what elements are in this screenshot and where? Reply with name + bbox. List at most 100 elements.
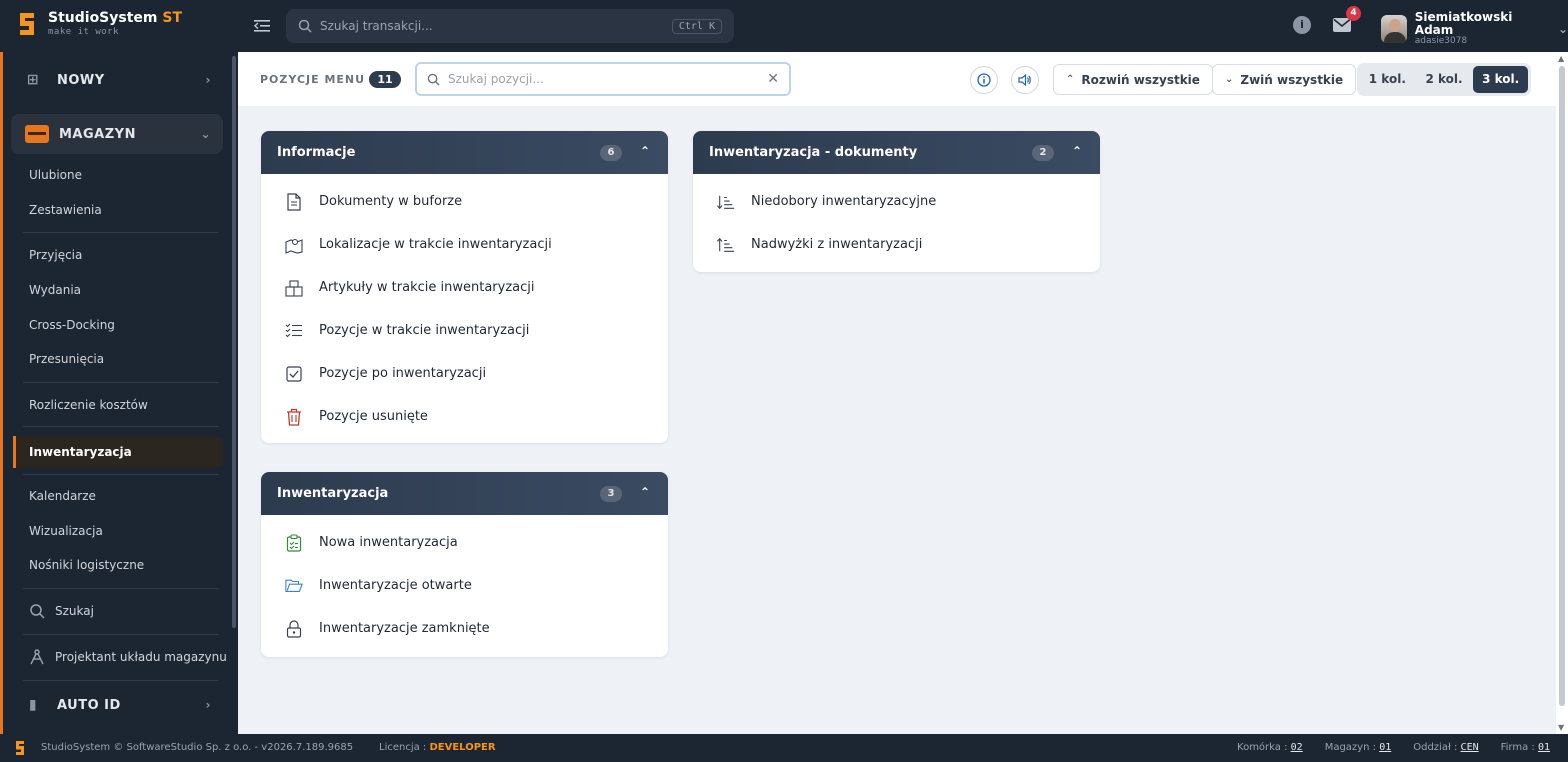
menu-item-inwentaryzacje-zamkniete[interactable]: Inwentaryzacje zamknięte (261, 607, 668, 650)
card-title: Informacje (277, 145, 356, 160)
lock-icon (286, 619, 302, 638)
sidebar-item-zestawienia[interactable]: Zestawienia (29, 203, 102, 217)
menu-item-pozycje-w-trakcie[interactable]: Pozycje w trakcie inwentaryzacji (261, 309, 668, 352)
card-header[interactable]: Inwentaryzacja 3 ⌃ (261, 472, 668, 515)
sidebar-divider (23, 474, 219, 475)
sidebar-item-przesuniecia[interactable]: Przesunięcia (29, 352, 104, 366)
compass-drafting-icon (30, 649, 44, 665)
user-login: adasie3078 (1414, 36, 1468, 47)
boxes-icon (285, 279, 303, 297)
collapse-all-label: Zwiń wszystkie (1240, 72, 1344, 87)
komorka-info: Komórka : 02 (1237, 742, 1303, 753)
chevron-down-icon: ⌄ (200, 127, 211, 141)
sidebar-divider (23, 680, 219, 681)
position-search[interactable]: ✕ (415, 62, 791, 96)
plus-square-icon: ⊞ (26, 72, 40, 88)
menu-item-dokumenty-w-buforze[interactable]: Dokumenty w buforze (261, 180, 668, 223)
menu-item-label: Inwentaryzacje zamknięte (319, 621, 490, 636)
chevron-up-icon[interactable]: ⌃ (640, 485, 650, 499)
three-column-button[interactable]: 3 kol. (1473, 66, 1529, 93)
sort-descending-icon (717, 195, 735, 209)
scroll-thumb[interactable] (1559, 66, 1565, 706)
menu-item-label: Niedobory inwentaryzacyjne (751, 194, 937, 209)
card-header[interactable]: Informacje 6 ⌃ (261, 131, 668, 174)
sound-button[interactable] (1011, 66, 1039, 94)
sidebar-item-cross-docking[interactable]: Cross-Docking (29, 318, 115, 332)
menu-item-lokalizacje[interactable]: Lokalizacje w trakcie inwentaryzacji (261, 223, 668, 266)
card-header[interactable]: Inwentaryzacja - dokumenty 2 ⌃ (693, 131, 1100, 174)
menu-item-label: Lokalizacje w trakcie inwentaryzacji (319, 237, 552, 252)
transaction-search-input[interactable]: Szukaj transakcji... (320, 19, 672, 33)
sidebar-magazyn-label: MAGAZYN (59, 126, 136, 142)
menu-item-niedobory[interactable]: Niedobory inwentaryzacyjne (693, 180, 1100, 223)
sidebar-scrollbar[interactable] (232, 56, 236, 628)
sidebar-autoid-label: AUTO ID (57, 697, 121, 713)
checkbox-checked-icon (286, 365, 302, 382)
menu-item-pozycje-po[interactable]: Pozycje po inwentaryzacji (261, 352, 668, 395)
studiosystem-logo-icon (16, 741, 24, 755)
sidebar-item-ulubione[interactable]: Ulubione (29, 168, 82, 182)
chevron-right-icon: › (205, 73, 211, 87)
card-count-badge: 2 (1032, 145, 1054, 161)
scroll-down-icon[interactable]: ▼ (1558, 723, 1564, 732)
menu-item-label: Pozycje po inwentaryzacji (319, 366, 487, 381)
document-icon (287, 192, 301, 211)
sidebar-autoid[interactable]: ▮​ AUTO ID › (11, 685, 223, 725)
mail-icon[interactable] (1333, 18, 1351, 32)
transaction-search[interactable]: Szukaj transakcji... Ctrl K (286, 9, 734, 43)
menu-item-nowa-inwentaryzacja[interactable]: Nowa inwentaryzacja (261, 521, 668, 564)
sidebar-item-nosniki-logistyczne[interactable]: Nośniki logistyczne (29, 558, 144, 572)
sidebar-item-kalendarze[interactable]: Kalendarze (29, 489, 96, 503)
app-tagline: make it work (48, 27, 120, 37)
info-icon (977, 73, 991, 87)
scroll-up-icon[interactable]: ▲ (1558, 54, 1564, 63)
card-count-badge: 3 (600, 486, 622, 502)
column-layout-switch: 1 kol. 2 kol. 3 kol. (1357, 63, 1531, 96)
info-icon[interactable]: i (1293, 16, 1311, 34)
sidebar-item-przyjecia[interactable]: Przyjęcia (29, 248, 82, 262)
sidebar-item-wydania[interactable]: Wydania (29, 283, 81, 297)
mail-count-badge: 4 (1346, 6, 1361, 21)
chevron-up-icon[interactable]: ⌃ (1072, 144, 1082, 158)
sidebar-divider (23, 426, 219, 427)
sidebar-nowy[interactable]: ⊞ NOWY › (11, 60, 223, 100)
user-menu[interactable]: Siemiatkowski Adam adasie3078 ⌄ (1381, 10, 1568, 47)
one-column-button[interactable]: 1 kol. (1360, 66, 1415, 93)
sidebar-item-rozliczenie-kosztow[interactable]: Rozliczenie kosztów (29, 398, 148, 412)
sidebar: ⊞ NOWY › MAGAZYN ⌄ Ulubione Zestawienia … (0, 52, 238, 734)
menu-item-label: Artykuły w trakcie inwentaryzacji (319, 280, 535, 295)
info-button[interactable] (970, 66, 998, 94)
collapse-all-button[interactable]: ⌄ Zwiń wszystkie (1212, 64, 1357, 95)
status-bar: StudioSystem © SoftwareStudio Sp. z o.o.… (0, 734, 1568, 762)
oddzial-info: Oddział : CEN (1413, 742, 1479, 753)
menu-item-label: Nadwyżki z inwentaryzacji (751, 237, 923, 252)
menu-item-artykuly[interactable]: Artykuły w trakcie inwentaryzacji (261, 266, 668, 309)
magazyn-info: Magazyn : 01 (1324, 742, 1392, 753)
chevron-up-icon[interactable]: ⌃ (640, 144, 650, 158)
sidebar-item-inwentaryzacja[interactable]: Inwentaryzacja (13, 436, 223, 468)
sidebar-search[interactable]: Szukaj (29, 603, 94, 619)
menu-item-nadwyzki[interactable]: Nadwyżki z inwentaryzacji (693, 223, 1100, 266)
sidebar-magazyn[interactable]: MAGAZYN ⌄ (11, 114, 223, 154)
chevron-down-icon: ⌄ (1557, 22, 1568, 37)
sidebar-item-wizualizacja[interactable]: Wizualizacja (29, 524, 103, 538)
speaker-icon (1018, 73, 1031, 87)
menu-item-inwentaryzacje-otwarte[interactable]: Inwentaryzacje otwarte (261, 564, 668, 607)
main-scrollbar[interactable]: ▲ ▼ (1556, 52, 1568, 734)
sidebar-warehouse-designer[interactable]: Projektant układu magazynu (29, 649, 227, 665)
collapse-menu-icon[interactable] (252, 16, 272, 36)
expand-all-button[interactable]: ⌃ Rozwiń wszystkie (1053, 64, 1213, 95)
position-search-input[interactable] (448, 72, 768, 86)
license-info: Licencja : DEVELOPER (379, 742, 496, 753)
menu-item-label: Inwentaryzacje otwarte (319, 578, 472, 593)
menu-item-pozycje-usuniete[interactable]: Pozycje usunięte (261, 395, 668, 438)
checklist-icon (285, 323, 302, 337)
barcode-icon: ▮​ (28, 697, 38, 713)
menu-toolbar: POZYCJE MENU 11 ✕ ⌃ Rozwiń wszystkie ⌄ Z… (238, 52, 1556, 106)
app-logo[interactable]: StudioSystem ST make it work (16, 11, 182, 37)
copyright-text: StudioSystem © SoftwareStudio Sp. z o.o.… (41, 742, 354, 753)
search-icon (427, 73, 440, 86)
two-column-button[interactable]: 2 kol. (1417, 66, 1472, 93)
menu-item-label: Dokumenty w buforze (319, 194, 463, 209)
clear-icon[interactable]: ✕ (767, 71, 779, 87)
